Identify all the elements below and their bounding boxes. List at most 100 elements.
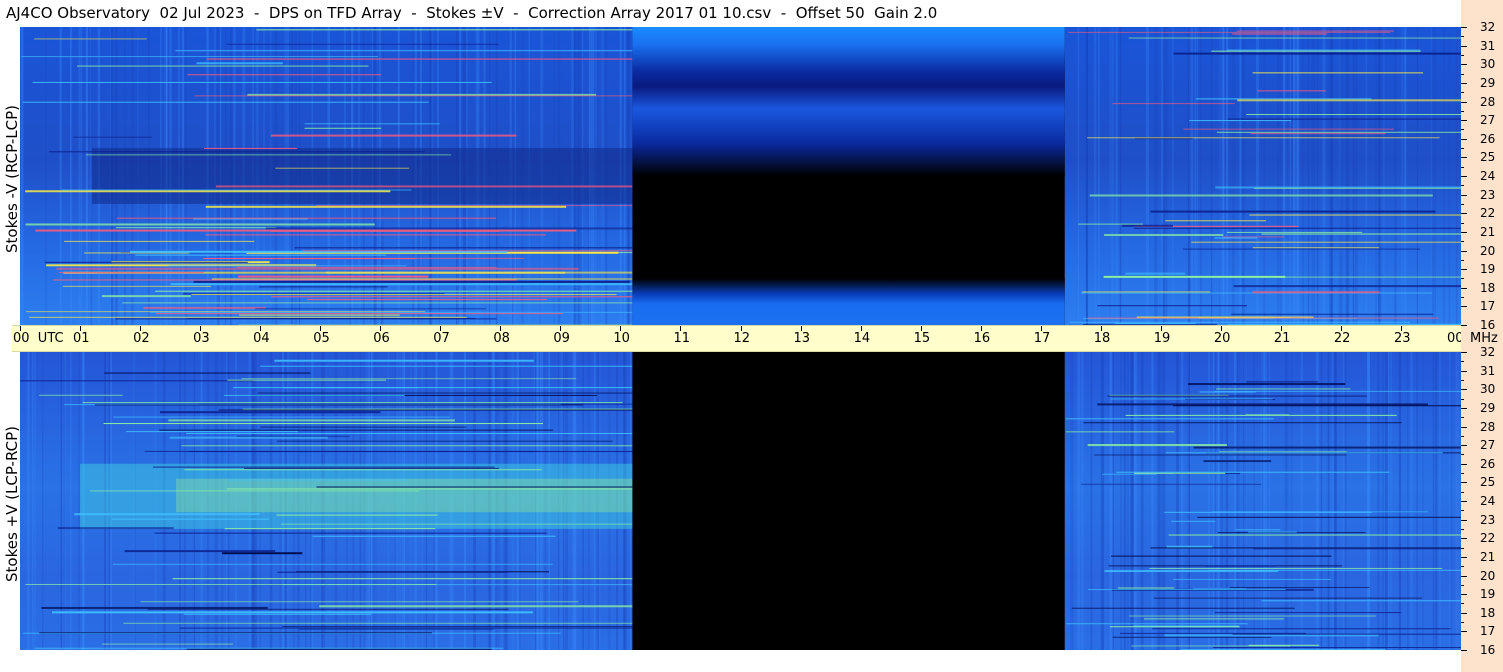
interference-line bbox=[224, 394, 405, 396]
interference-line bbox=[150, 311, 633, 313]
heatmap-column bbox=[1345, 352, 1347, 650]
interference-line bbox=[1104, 570, 1278, 573]
interference-line bbox=[316, 486, 633, 488]
interference-line bbox=[1125, 414, 1397, 416]
interference-line bbox=[1129, 615, 1376, 617]
frequency-tick bbox=[1461, 213, 1467, 215]
time-tick bbox=[620, 326, 622, 331]
frequency-tick bbox=[1461, 101, 1467, 103]
heatmap-column bbox=[1156, 27, 1158, 325]
heatmap-column bbox=[1260, 352, 1263, 650]
interference-line bbox=[1094, 454, 1347, 456]
interference-line bbox=[1195, 98, 1372, 100]
heatmap-column bbox=[1233, 352, 1237, 650]
interference-line bbox=[215, 185, 633, 188]
heatmap-column bbox=[1217, 352, 1219, 650]
interference-line bbox=[1110, 398, 1273, 400]
interference-line bbox=[238, 275, 429, 278]
heatmap-column bbox=[69, 352, 72, 650]
time-tick-label: 09 bbox=[553, 331, 570, 346]
time-tick-label: 19 bbox=[1153, 331, 1171, 346]
frequency-minor-tick bbox=[1461, 398, 1464, 400]
interference-line bbox=[1078, 223, 1144, 225]
interference-line bbox=[1066, 431, 1175, 433]
time-tick-label: 16 bbox=[973, 331, 991, 346]
frequency-axis-bottom: 32 31 30 29 28 27 26 25 24 23 22 21 20 19 18 17 16 bbox=[1461, 336, 1503, 672]
interference-line bbox=[277, 571, 507, 573]
heatmap-column bbox=[1434, 27, 1436, 325]
emission-band bbox=[92, 148, 633, 204]
frequency-tick-label: 24 bbox=[1480, 494, 1496, 508]
heatmap-column bbox=[1277, 27, 1279, 325]
heatmap-column bbox=[1187, 27, 1191, 325]
heatmap-column bbox=[1154, 27, 1156, 325]
frequency-tick bbox=[1461, 445, 1467, 447]
interference-line bbox=[115, 227, 277, 229]
time-tick-label: 14 bbox=[853, 331, 871, 346]
interference-line bbox=[1066, 623, 1248, 625]
frequency-tick bbox=[1461, 612, 1467, 614]
time-tick bbox=[560, 326, 562, 331]
heatmap-column bbox=[1302, 27, 1304, 325]
frequency-tick-label: 17 bbox=[1480, 624, 1496, 639]
frequency-minor-tick bbox=[1461, 203, 1464, 205]
interference-line bbox=[1168, 534, 1461, 536]
heatmap-column bbox=[1171, 27, 1175, 325]
heatmap-column bbox=[1290, 352, 1293, 650]
heatmap-column bbox=[1181, 352, 1184, 650]
heatmap-column bbox=[1342, 352, 1345, 650]
heatmap-column bbox=[1422, 352, 1424, 650]
interference-line bbox=[236, 435, 350, 437]
interference-line bbox=[236, 266, 497, 268]
frequency-tick-label: 31 bbox=[1480, 38, 1496, 53]
interference-line bbox=[1082, 291, 1210, 293]
frequency-tick-label: 25 bbox=[1480, 475, 1496, 490]
interference-line bbox=[181, 445, 633, 447]
heatmap-column bbox=[1145, 27, 1148, 325]
heatmap-column bbox=[1077, 352, 1081, 650]
time-tick-label: 00 UTC bbox=[13, 331, 64, 346]
frequency-minor-tick bbox=[1461, 547, 1464, 549]
heatmap-column bbox=[1407, 352, 1409, 650]
interference-line bbox=[1109, 626, 1240, 628]
heatmap-column bbox=[1190, 27, 1194, 325]
heatmap-column bbox=[1416, 352, 1418, 650]
interference-line bbox=[206, 58, 633, 60]
time-tick-label: 13 bbox=[793, 331, 811, 346]
heatmap-column bbox=[1354, 27, 1358, 325]
heatmap-column bbox=[1159, 352, 1163, 650]
heatmap-column bbox=[1165, 27, 1168, 325]
frequency-tick-label: 26 bbox=[1480, 456, 1496, 471]
interference-line bbox=[34, 38, 147, 40]
interference-line bbox=[239, 314, 400, 316]
time-tick-label: 03 bbox=[193, 331, 210, 346]
heatmap-column bbox=[1253, 352, 1255, 650]
interference-line bbox=[172, 578, 633, 580]
interference-line bbox=[1107, 395, 1367, 397]
interference-line bbox=[1211, 50, 1421, 52]
interference-line bbox=[1150, 210, 1436, 213]
interference-line bbox=[1236, 30, 1394, 32]
heatmap-column bbox=[1123, 352, 1126, 650]
interference-line bbox=[48, 151, 425, 153]
interference-line bbox=[226, 479, 408, 481]
time-tick bbox=[740, 326, 742, 331]
interference-line bbox=[51, 611, 533, 614]
interference-line bbox=[1133, 227, 1461, 229]
interference-line bbox=[1104, 234, 1224, 237]
heatmap-column bbox=[1389, 352, 1393, 650]
interference-line bbox=[1087, 444, 1227, 447]
interference-line bbox=[226, 43, 499, 45]
interference-line bbox=[153, 466, 495, 468]
interference-line bbox=[74, 513, 260, 516]
interference-line bbox=[276, 514, 438, 516]
interference-line bbox=[86, 154, 451, 156]
interference-line bbox=[169, 436, 328, 439]
interference-line bbox=[224, 528, 436, 530]
interference-line bbox=[1249, 214, 1461, 216]
interference-line bbox=[302, 250, 633, 252]
frequency-tick bbox=[1461, 138, 1467, 140]
heatmap-column bbox=[1279, 27, 1282, 325]
heatmap-column bbox=[1081, 352, 1084, 650]
heatmap-column bbox=[1292, 27, 1296, 325]
